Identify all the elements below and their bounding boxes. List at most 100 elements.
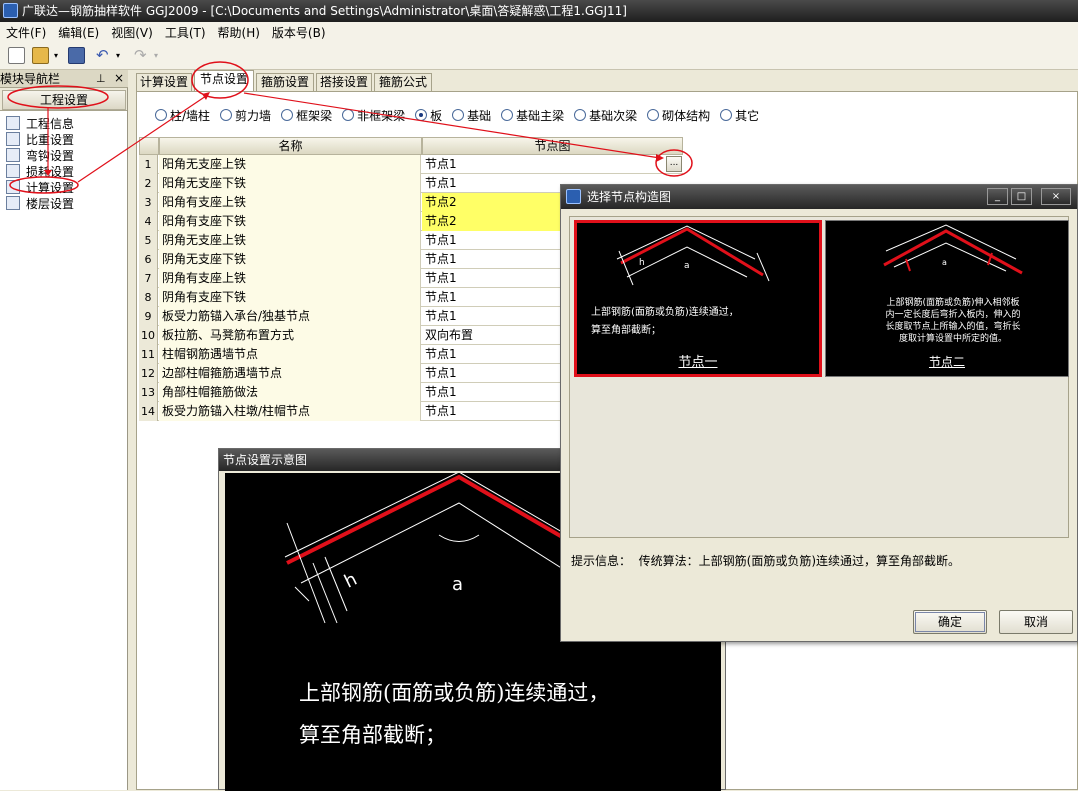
row-number: 10: [139, 326, 158, 345]
radio-nonframe-beam[interactable]: 非框架梁: [342, 107, 405, 124]
tab-calc-settings[interactable]: 计算设置: [136, 73, 192, 92]
row-name-cell: 阴角有支座下铁: [159, 288, 421, 307]
menu-edit[interactable]: 编辑(E): [58, 24, 99, 41]
node2-caption: 节点二: [928, 355, 965, 369]
row-number: 11: [139, 345, 158, 364]
row-node-cell[interactable]: 节点1: [422, 155, 683, 174]
radio-column[interactable]: 柱/墙柱: [155, 107, 210, 124]
nav-title: 模块导航栏: [0, 72, 61, 86]
minimize-icon[interactable]: _: [987, 188, 1008, 205]
radio-frame-beam[interactable]: 框架梁: [281, 107, 332, 124]
row-number: 3: [139, 193, 158, 212]
chevron-down-icon[interactable]: ▾: [116, 47, 124, 64]
hint-label: 提示信息：: [571, 554, 632, 568]
pin-icon[interactable]: ⊥: [96, 72, 106, 85]
toolbar: ▾ ↶ ▾ ↷ ▾: [0, 42, 1078, 70]
menu-tools[interactable]: 工具(T): [165, 24, 206, 41]
floor-icon: [6, 196, 20, 210]
nav-item-project-info[interactable]: 工程信息: [6, 115, 74, 131]
node2-desc-line1: 上部钢筋(面筋或负筋)伸入相邻板: [886, 298, 1020, 308]
new-file-icon[interactable]: [8, 47, 25, 64]
radio-masonry[interactable]: 砌体结构: [647, 107, 710, 124]
angle-label: a: [452, 574, 463, 595]
nav-item-hook[interactable]: 弯钩设置: [6, 147, 74, 163]
nav-group-project-settings[interactable]: 工程设置: [2, 90, 126, 110]
nav-item-floor[interactable]: 楼层设置: [6, 195, 74, 211]
height-label: h: [341, 569, 360, 593]
save-icon[interactable]: [68, 47, 85, 64]
row-name-cell: 角部柱帽箍筋做法: [159, 383, 421, 402]
nav-header: 模块导航栏: [0, 70, 128, 88]
menu-version[interactable]: 版本号(B): [272, 24, 326, 41]
radio-foundation[interactable]: 基础: [452, 107, 491, 124]
header-name: 名称: [159, 137, 422, 155]
nav-item-gravity[interactable]: 比重设置: [6, 131, 74, 147]
menu-help[interactable]: 帮助(H): [218, 24, 260, 41]
select-node-dialog: 选择节点构造图 _ □ × a h 上部钢筋(面筋或负筋)连续通过， 算至角部截…: [560, 184, 1078, 642]
row-name-cell: 阳角无支座上铁: [159, 155, 421, 174]
ok-button[interactable]: 确定: [913, 610, 987, 634]
row-name-cell: 阳角有支座上铁: [159, 193, 421, 212]
node2-desc-line4: 度取计算设置中所定的值。: [898, 334, 1007, 344]
open-folder-icon[interactable]: [32, 47, 49, 64]
tab-stirrup-settings[interactable]: 箍筋设置: [256, 73, 314, 92]
window-title: 广联达—钢筋抽样软件 GGJ2009 - [C:\Documents and S…: [22, 4, 627, 18]
row-number: 5: [139, 231, 158, 250]
tab-node-settings[interactable]: 节点设置: [194, 70, 254, 92]
menu-bar: 文件(F) 编辑(E) 视图(V) 工具(T) 帮助(H) 版本号(B): [0, 22, 1078, 42]
radio-circle: [342, 109, 355, 121]
node-choice-1[interactable]: a h 上部钢筋(面筋或负筋)连续通过， 算至角部截断； 节点一: [574, 220, 822, 377]
row-number: 8: [139, 288, 158, 307]
grid-corner: [139, 137, 159, 155]
module-nav-panel: 模块导航栏 ⊥ × 工程设置 工程信息 比重设置 弯钩设置 损耗设置 计算设置 …: [0, 70, 128, 790]
close-icon[interactable]: ×: [114, 71, 124, 85]
nav-item-calc[interactable]: 计算设置: [6, 179, 74, 195]
tab-stirrup-formula[interactable]: 箍筋公式: [374, 73, 432, 92]
chevron-down-icon[interactable]: ▾: [54, 47, 62, 64]
info-icon: [6, 116, 20, 130]
undo-icon[interactable]: ↶: [96, 47, 113, 64]
radio-circle: [281, 109, 294, 121]
node-picker-button[interactable]: ...: [666, 156, 682, 172]
radio-circle-selected: [415, 109, 428, 121]
cancel-button[interactable]: 取消: [999, 610, 1073, 634]
radio-other[interactable]: 其它: [720, 107, 759, 124]
menu-view[interactable]: 视图(V): [111, 24, 153, 41]
row-number: 14: [139, 402, 158, 421]
node2-desc-line3: 长度取节点上所输入的值，弯折长: [885, 322, 1021, 332]
angle-label: a: [942, 258, 947, 267]
hint-text: 传统算法：上部钢筋(面筋或负筋)连续通过，算至角部截断。: [638, 554, 961, 568]
app-icon: [3, 3, 18, 18]
maximize-icon[interactable]: □: [1011, 188, 1032, 205]
row-number: 7: [139, 269, 158, 288]
node1-desc-line2: 算至角部截断；: [591, 325, 661, 336]
close-icon[interactable]: ×: [1041, 188, 1071, 205]
diagram-desc-line1: 上部钢筋(面筋或负筋)连续通过，: [299, 681, 610, 705]
tab-lap-settings[interactable]: 搭接设置: [316, 73, 372, 92]
radio-foundation-secondary-beam[interactable]: 基础次梁: [574, 107, 637, 124]
radio-circle: [647, 109, 660, 121]
hint-info: 提示信息： 传统算法：上部钢筋(面筋或负筋)连续通过，算至角部截断。: [571, 552, 960, 569]
settings-tabs: 计算设置 节点设置 箍筋设置 搭接设置 箍筋公式: [136, 70, 1078, 92]
component-type-radios: 柱/墙柱 剪力墙 框架梁 非框架梁 板 基础 基础主梁 基础次梁 砌体结构 其它: [155, 107, 769, 123]
node2-desc-line2: 内一定长度后弯折入板内，伸入的: [885, 310, 1021, 320]
gravity-icon: [6, 132, 20, 146]
row-number: 1: [139, 155, 158, 174]
height-label: h: [639, 258, 645, 268]
node-choice-2[interactable]: a 上部钢筋(面筋或负筋)伸入相邻板 内一定长度后弯折入板内，伸入的 长度取节点…: [825, 220, 1069, 377]
row-number: 6: [139, 250, 158, 269]
loss-icon: [6, 164, 20, 178]
menu-file[interactable]: 文件(F): [6, 24, 46, 41]
diagram-desc-line2: 算至角部截断；: [299, 723, 446, 747]
row-name-cell: 阴角无支座下铁: [159, 250, 421, 269]
table-row[interactable]: 1 阳角无支座上铁 节点1: [139, 155, 683, 174]
nav-item-loss[interactable]: 损耗设置: [6, 163, 74, 179]
radio-shear-wall[interactable]: 剪力墙: [220, 107, 271, 124]
radio-foundation-main-beam[interactable]: 基础主梁: [501, 107, 564, 124]
radio-slab[interactable]: 板: [415, 107, 442, 124]
node1-desc-line1: 上部钢筋(面筋或负筋)连续通过，: [591, 307, 739, 318]
row-name-cell: 阳角有支座下铁: [159, 212, 421, 231]
radio-circle: [452, 109, 465, 121]
radio-circle: [574, 109, 587, 121]
radio-circle: [155, 109, 167, 121]
